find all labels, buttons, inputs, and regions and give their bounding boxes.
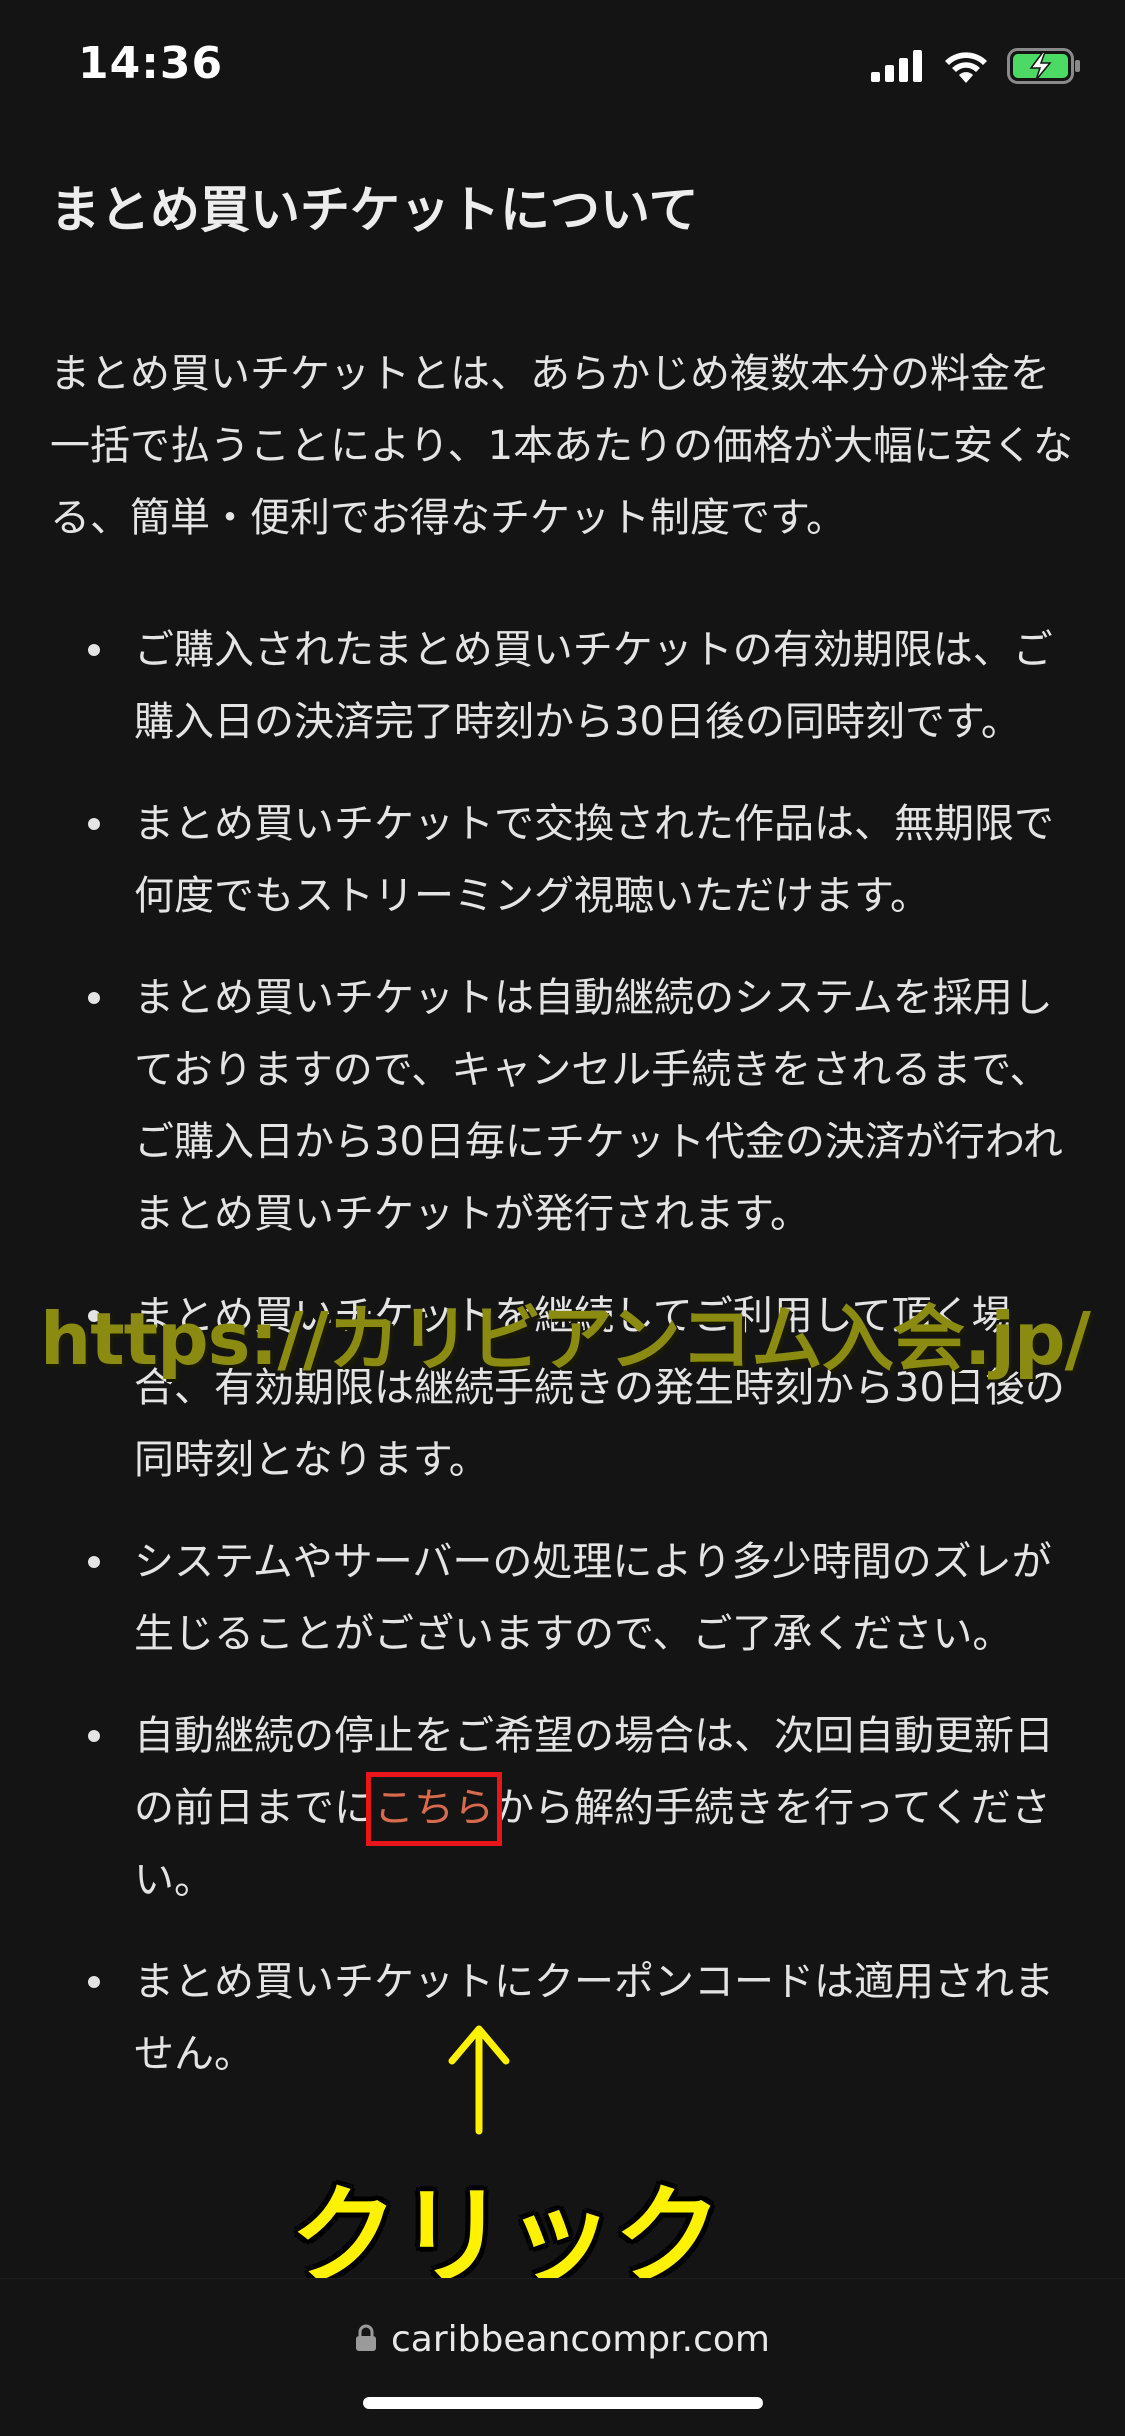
bullet-dot <box>88 1976 100 1988</box>
url-bar[interactable]: caribbeancompr.com <box>0 2319 1125 2360</box>
cancel-link-wrapper: こちら <box>366 1772 502 1846</box>
bullet-dot <box>88 644 100 656</box>
list-item-text: ご購入されたまとめ買いチケットの有効期限は、ご購入日の決済完了時刻から30日後の… <box>134 627 1053 745</box>
bullet-dot <box>88 818 100 830</box>
browser-bottom-bar: caribbeancompr.com <box>0 2278 1125 2436</box>
lock-icon <box>355 2324 377 2356</box>
list-item-text: システムやサーバーの処理により多少時間のズレが生じることがございますので、ご了承… <box>134 1539 1052 1657</box>
url-text: caribbeancompr.com <box>391 2319 770 2360</box>
home-indicator[interactable] <box>363 2397 763 2409</box>
intro-text: まとめ買いチケットとは、あらかじめ複数本分の料金を一括で払うことにより、1本あた… <box>50 351 1074 541</box>
list-item-text: まとめ買いチケットにクーポンコードは適用されません。 <box>134 1959 1054 2077</box>
battery-charging-icon <box>1007 48 1081 88</box>
status-bar: 14:36 <box>0 0 1125 140</box>
list-item: システムやサーバーの処理により多少時間のズレが生じることがございますので、ご了承… <box>50 1526 1080 1670</box>
status-icons <box>871 48 1081 88</box>
list-item-text: まとめ買いチケットは自動継続のシステムを採用しておりますので、キャンセル手続きを… <box>134 975 1063 1237</box>
up-arrow-icon <box>444 2025 514 2135</box>
signal-icon <box>871 50 925 86</box>
list-item: まとめ買いチケットは自動継続のシステムを採用しておりますので、キャンセル手続きを… <box>50 962 1080 1250</box>
wifi-icon <box>943 49 989 87</box>
page-title: まとめ買いチケットについて <box>50 181 699 239</box>
bullet-dot <box>88 1556 100 1568</box>
list-item: まとめ買いチケットにクーポンコードは適用されません。 <box>50 1946 1080 2090</box>
list-item-cancel: 自動継続の停止をご希望の場合は、次回自動更新日の前日までにこちら から解約手続きを… <box>50 1700 1080 1916</box>
list-item: まとめ買いチケットで交換された作品は、無期限で何度でもストリーミング視聴いただけ… <box>50 788 1080 932</box>
status-time: 14:36 <box>78 38 224 89</box>
watermark: https://カリビアンコム入会.jp/ <box>40 1297 1091 1381</box>
bullet-dot <box>88 1730 100 1742</box>
cancel-link[interactable]: こちら <box>374 1785 494 1831</box>
list-item-text: まとめ買いチケットで交換された作品は、無期限で何度でもストリーミング視聴いただけ… <box>134 801 1054 919</box>
main-content: まとめ買いチケットについて まとめ買いチケットとは、あらかじめ複数本分の料金を一… <box>50 170 1080 2120</box>
list-item: ご購入されたまとめ買いチケットの有効期限は、ご購入日の決済完了時刻から30日後の… <box>50 614 1080 758</box>
bullet-dot <box>88 992 100 1004</box>
